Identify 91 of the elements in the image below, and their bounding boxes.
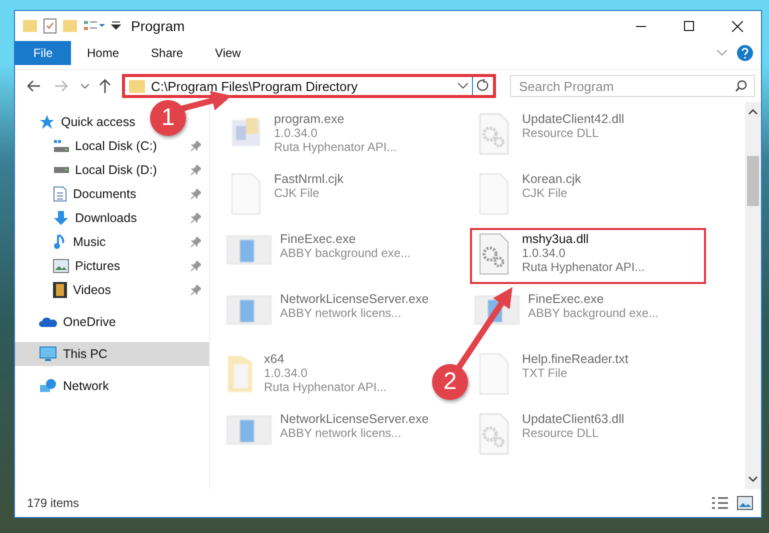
file-name: Korean.cjk	[522, 172, 582, 186]
scroll-thumb[interactable]	[747, 156, 759, 206]
large-icons-view-icon[interactable]	[737, 496, 753, 510]
sidebar-item[interactable]: Local Disk (C:)	[15, 134, 209, 158]
folder-icon	[63, 19, 77, 33]
file-detail: Resource DLL	[522, 426, 600, 440]
file-detail: ABBY network licens...	[280, 306, 402, 320]
search-icon	[735, 80, 747, 92]
folder-icon	[23, 19, 37, 33]
sidebar-item[interactable]: Local Disk (D:)	[15, 158, 209, 182]
scroll-down-icon	[748, 475, 758, 483]
file-detail: 1.0.34.0	[264, 366, 308, 380]
picture-icon	[53, 259, 69, 273]
search-field[interactable]: Search Program	[510, 75, 755, 97]
file-name: NetworkLicenseServer.exe	[280, 412, 429, 426]
window-title: Program	[131, 18, 185, 34]
file-name: x64	[264, 352, 286, 366]
item-count: 179 items	[27, 496, 80, 510]
sidebar-item[interactable]: Quick access	[15, 110, 140, 134]
file-tile[interactable]: Help.fineReader.txt TXT File	[470, 348, 632, 408]
cloud-icon	[39, 316, 57, 328]
file-tile[interactable]: NetworkLicenseServer.exe ABBY network licens...	[222, 408, 433, 468]
sidebar-item[interactable]: Downloads	[15, 206, 209, 230]
file-detail: 1.0.34.0	[274, 126, 318, 140]
forward-arrow-icon	[54, 80, 68, 92]
file-name: FastNrml.cjk	[274, 172, 344, 186]
download-arrow-icon	[53, 210, 69, 226]
properties-icon	[83, 19, 105, 33]
close-icon	[732, 20, 742, 32]
dropdown-icon	[111, 21, 121, 31]
file-detail: ABBY background exe...	[280, 246, 411, 260]
address-dropdown-icon[interactable]	[458, 83, 468, 89]
file-name: mshy3ua.dll	[522, 232, 590, 246]
file-name: NetworkLicenseServer.exe	[280, 292, 429, 306]
file-tile[interactable]: FastNrml.cjk CJK File	[222, 168, 348, 228]
back-arrow-icon	[27, 80, 42, 92]
drive-icon	[54, 140, 69, 152]
network-icon	[39, 378, 57, 394]
checklist-icon	[43, 18, 57, 34]
details-view-icon[interactable]	[711, 496, 729, 510]
file-detail: Ruta Hyphenator API...	[264, 380, 387, 394]
file-tile[interactable]: UpdateClient63.dll Resource DLL	[470, 408, 628, 468]
document-icon	[53, 186, 67, 202]
monitor-icon	[39, 346, 57, 362]
sidebar-item[interactable]: This PC	[15, 342, 209, 366]
ribbon-tab[interactable]: View	[199, 41, 257, 65]
sidebar-item[interactable]: Music	[15, 230, 209, 254]
music-note-icon	[53, 234, 67, 250]
sidebar-item[interactable]: Pictures	[15, 254, 209, 278]
file-detail: Resource DLL	[522, 126, 600, 140]
file-tile[interactable]: NetworkLicenseServer.exe ABBY network licens...	[222, 288, 433, 348]
film-strip-icon	[53, 282, 67, 298]
file-tile[interactable]: UpdateClient42.dll Resource DLL	[470, 108, 628, 168]
maximize-icon	[684, 21, 694, 31]
file-detail: CJK File	[274, 186, 320, 200]
file-detail: TXT File	[522, 366, 568, 380]
file-detail: ABBY background exe...	[528, 306, 659, 320]
ribbon-tab[interactable]: Home	[71, 41, 136, 65]
sidebar-item[interactable]: Videos	[15, 278, 209, 302]
ribbon-tab[interactable]: Share	[135, 41, 200, 65]
help-icon[interactable]	[737, 45, 753, 61]
file-detail: ABBY network licens...	[280, 426, 402, 440]
sidebar-item[interactable]: Documents	[15, 182, 209, 206]
file-tile[interactable]: x64 1.0.34.0 Ruta Hyphenator API...	[222, 348, 391, 408]
file-tile[interactable]: mshy3ua.dll 1.0.34.0 Ruta Hyphenator API...	[470, 228, 706, 284]
ribbon-tab[interactable]: File	[15, 41, 71, 65]
file-name: FineExec.exe	[280, 232, 357, 246]
file-name: FineExec.exe	[528, 292, 605, 306]
address-bar[interactable]: C:\Program Files\Program Directory	[122, 74, 496, 98]
star-icon	[39, 114, 55, 130]
address-path: C:\Program Files\Program Directory	[151, 78, 359, 94]
sidebar-item[interactable]: Network	[15, 374, 113, 398]
sidebar-item[interactable]: OneDrive	[15, 310, 120, 334]
file-detail: CJK File	[522, 186, 568, 200]
scrollbar[interactable]	[745, 102, 761, 489]
file-name: Help.fineReader.txt	[522, 352, 628, 366]
file-tile[interactable]: FineExec.exe ABBY background exe...	[222, 228, 415, 288]
caret-icon	[80, 84, 89, 88]
file-name: UpdateClient63.dll	[522, 412, 624, 426]
drive-icon	[54, 167, 69, 173]
folder-icon	[129, 79, 145, 93]
up-arrow-icon	[98, 79, 111, 93]
scroll-up-icon	[748, 108, 758, 116]
expand-ribbon-icon[interactable]	[717, 50, 727, 56]
file-tile[interactable]: Korean.cjk CJK File	[470, 168, 586, 228]
file-name: UpdateClient42.dll	[522, 112, 624, 126]
file-detail: Ruta Hyphenator API...	[522, 260, 645, 274]
file-detail: 1.0.34.0	[522, 246, 566, 260]
file-name: program.exe	[274, 112, 346, 126]
file-tile[interactable]: program.exe 1.0.34.0 Ruta Hyphenator API...	[222, 108, 401, 168]
file-detail: Ruta Hyphenator API...	[274, 140, 397, 154]
